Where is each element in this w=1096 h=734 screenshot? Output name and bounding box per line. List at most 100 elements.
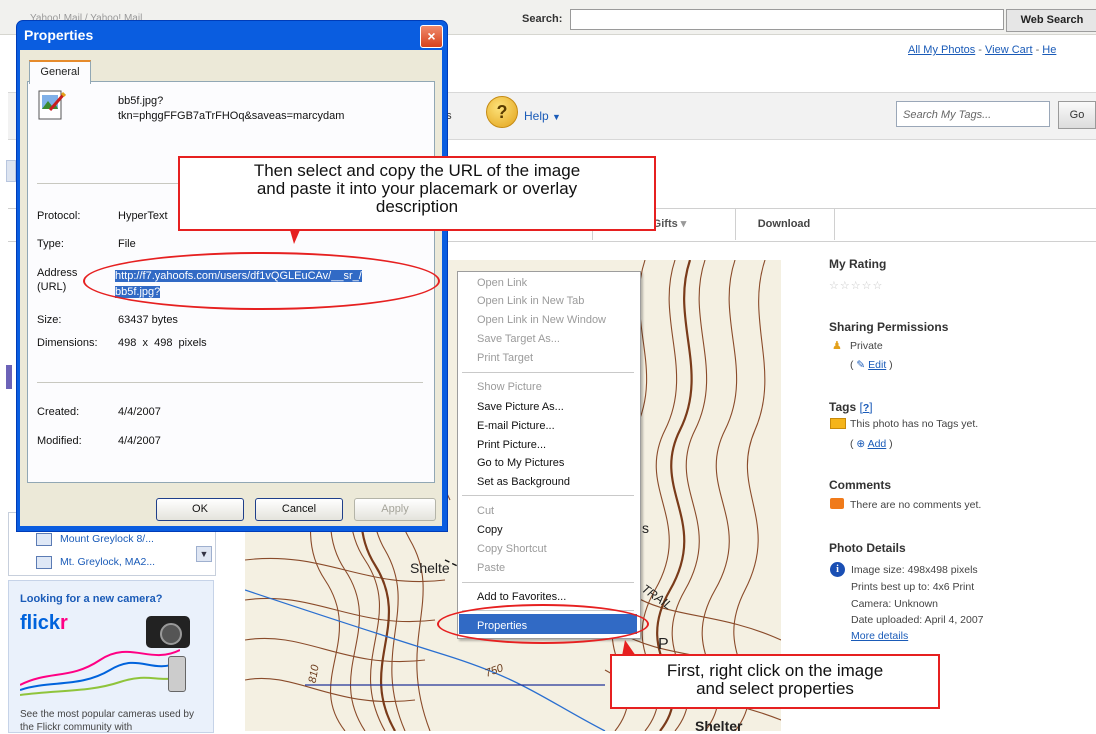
menu-item[interactable]: Print Target	[477, 352, 533, 364]
menu-separator	[462, 372, 634, 373]
help-label: Help	[524, 109, 549, 123]
properties-highlight-oval	[437, 604, 649, 644]
context-menu	[457, 271, 641, 639]
map-label-fragment: P	[658, 636, 669, 653]
sidebar-accent	[6, 365, 12, 389]
link-separator: -	[1032, 44, 1043, 56]
address-label: Address	[37, 267, 78, 279]
tab-download[interactable]: Download	[734, 208, 835, 240]
dimensions-value: 498 x 498 pixels	[118, 337, 207, 349]
instruction-callout-copy-url: Then select and copy the URL of the imag…	[178, 156, 656, 231]
scroll-down-icon[interactable]: ▼	[196, 546, 212, 562]
web-search-button[interactable]: Web Search	[1006, 9, 1096, 32]
modified-label: Modified:	[37, 435, 82, 447]
menu-item[interactable]: Copy Shortcut	[477, 543, 547, 555]
created-value: 4/4/2007	[118, 406, 161, 418]
privacy-status: Private	[850, 340, 883, 352]
callout-pointer	[622, 640, 636, 656]
menu-item[interactable]: Show Picture	[477, 381, 542, 393]
top-links: All My Photos - View Cart - He	[908, 44, 1056, 56]
link-separator: -	[975, 44, 986, 56]
ok-button[interactable]: OK	[156, 498, 244, 521]
menu-item[interactable]: Save Target As...	[477, 333, 560, 345]
cancel-button[interactable]: Cancel	[255, 498, 343, 521]
dimensions-label: Dimensions:	[37, 337, 98, 349]
size-value: 63437 bytes	[118, 314, 178, 326]
map-label-fragment: s	[642, 520, 649, 536]
menu-item[interactable]: Go to My Pictures	[477, 457, 564, 469]
sidebar-tab-stub[interactable]	[6, 160, 16, 182]
menu-item[interactable]: Copy	[477, 524, 503, 536]
help-icon[interactable]: ?	[486, 96, 518, 128]
comment-icon	[830, 498, 844, 509]
person-icon: ♟	[832, 340, 842, 352]
more-details-link[interactable]: More details	[851, 630, 908, 642]
tags-label: Tags	[829, 400, 857, 414]
camera-promo-text: See the most popular cameras used by the…	[20, 709, 194, 733]
menu-item[interactable]: Set as Background	[477, 476, 570, 488]
map-label-shelter: Shelte	[410, 560, 450, 576]
add-tag[interactable]: ( ⊕ Add )	[850, 438, 893, 450]
menu-item[interactable]: Cut	[477, 505, 494, 517]
file-name-line1: bb5f.jpg?	[118, 95, 164, 107]
help-link-partial[interactable]: He	[1042, 44, 1056, 56]
camera-info: Camera: Unknown	[851, 598, 938, 610]
callout-line: and select properties	[696, 679, 854, 698]
flickr-logo: flickr	[20, 612, 68, 635]
image-file-icon	[38, 90, 67, 124]
created-label: Created:	[37, 406, 80, 418]
web-search-input[interactable]	[570, 9, 1004, 30]
menu-separator	[462, 582, 634, 583]
protocol-label: Protocol:	[37, 210, 81, 222]
plus-icon: ⊕	[856, 438, 866, 450]
callout-pointer	[290, 230, 300, 244]
flickr-logo-text: flick	[20, 612, 61, 634]
view-cart-link[interactable]: View Cart	[985, 44, 1032, 56]
callout-line: Then select and copy the URL of the imag…	[253, 161, 581, 180]
pencil-icon: ✎	[856, 359, 866, 371]
divider	[37, 382, 423, 383]
photoset-icon	[36, 533, 52, 546]
add-tag-link[interactable]: Add	[868, 438, 887, 450]
rating-stars[interactable]: ☆☆☆☆☆	[829, 279, 883, 292]
menu-item[interactable]: Open Link in New Tab	[477, 295, 584, 307]
chevron-down-icon: ▾	[680, 218, 687, 230]
camera-icon	[146, 616, 190, 648]
phone-icon	[168, 656, 186, 692]
menu-item[interactable]: Open Link	[477, 277, 527, 289]
flickr-logo-r: r	[60, 612, 68, 634]
size-label: Size:	[37, 314, 62, 326]
menu-item[interactable]: Add to Favorites...	[477, 591, 566, 603]
menu-item[interactable]: Open Link in New Window	[477, 314, 606, 326]
search-tags-input[interactable]: Search My Tags...	[896, 101, 1050, 127]
callout-line: and paste it into your placemark or over…	[256, 179, 578, 198]
photoset-icon	[36, 556, 52, 569]
modified-value: 4/4/2007	[118, 435, 161, 447]
help-menu[interactable]: Help ▼	[524, 109, 561, 123]
go-button[interactable]: Go	[1058, 101, 1096, 129]
image-size: Image size: 498x498 pixels	[851, 564, 978, 576]
all-my-photos-link[interactable]: All My Photos	[908, 44, 975, 56]
menu-item[interactable]: E-mail Picture...	[477, 420, 555, 432]
menu-item[interactable]: Print Picture...	[477, 439, 546, 451]
edit-link[interactable]: Edit	[868, 359, 886, 371]
photo-details-heading: Photo Details	[829, 541, 906, 555]
instruction-callout-right-click: First, right click on the image and sele…	[610, 654, 940, 709]
tag-icon	[830, 418, 846, 429]
protocol-value: HyperText	[118, 210, 168, 222]
set-item-mount-greylock[interactable]: Mount Greylock 8/...	[60, 533, 154, 545]
set-item-mt-greylock[interactable]: Mt. Greylock, MA2...	[60, 556, 155, 568]
apply-button[interactable]: Apply	[354, 498, 436, 521]
info-icon: i	[830, 562, 845, 577]
tab-general[interactable]: General	[29, 60, 91, 84]
dialog-title: Properties	[24, 27, 94, 43]
camera-promo-heading[interactable]: Looking for a new camera?	[20, 593, 162, 605]
edit-permissions[interactable]: ( ✎ Edit )	[850, 359, 893, 371]
map-label-shelter-bottom: Shelter	[695, 718, 743, 734]
callout-line: First, right click on the image	[666, 661, 884, 680]
url-label: (URL)	[37, 281, 67, 293]
menu-item[interactable]: Paste	[477, 562, 505, 574]
no-tags-text: This photo has no Tags yet.	[850, 418, 979, 430]
close-icon[interactable]: ×	[420, 25, 443, 48]
menu-item[interactable]: Save Picture As...	[477, 401, 564, 413]
